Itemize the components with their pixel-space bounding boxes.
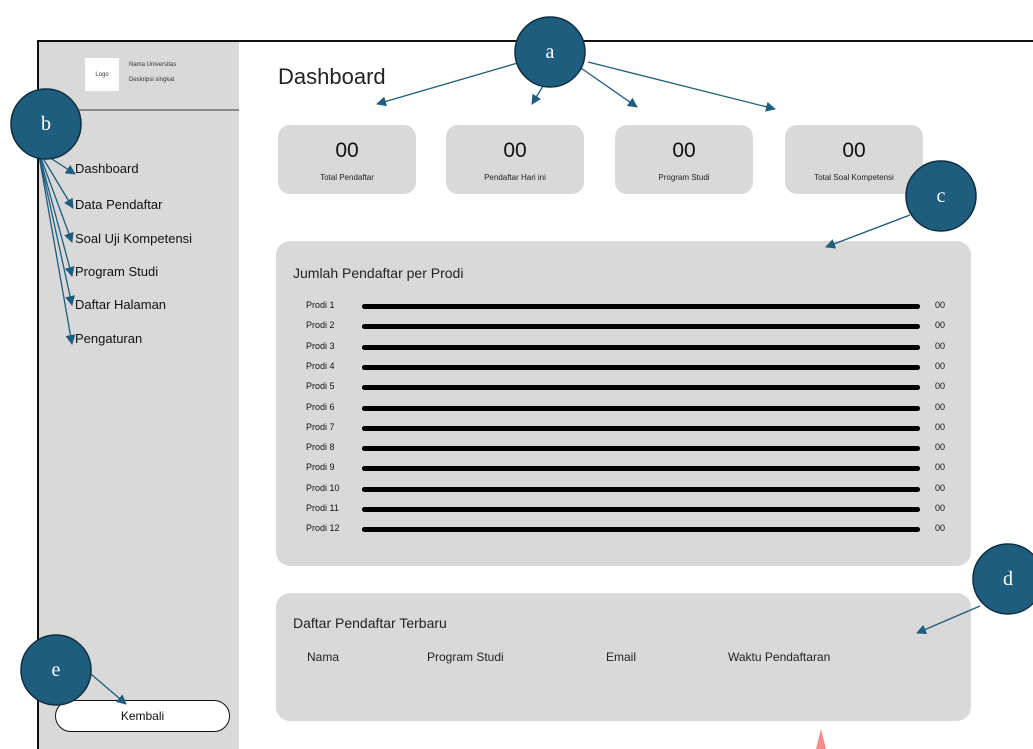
bar-row: Prodi 9 00 — [306, 462, 956, 476]
bar — [362, 385, 920, 391]
bar-row: Prodi 4 00 — [306, 361, 956, 375]
column-header-waktu-pendaftaran: Waktu Pendaftaran — [728, 650, 831, 664]
bar — [362, 304, 920, 309]
bar-track — [362, 486, 920, 492]
bar-label: Prodi 2 — [306, 320, 335, 331]
bar-value-label: 00 — [935, 300, 946, 310]
recent-registrants-title: Daftar Pendaftar Terbaru — [293, 615, 447, 631]
bar-label: Prodi 5 — [306, 381, 335, 392]
bar-value-label: 00 — [935, 442, 946, 453]
logo: Logo — [85, 58, 119, 91]
chart-title: Jumlah Pendaftar per Prodi — [293, 265, 464, 281]
chart-panel: Jumlah Pendaftar per Prodi Prodi 1 00 Prod… — [276, 241, 971, 566]
stat-value: 00 — [335, 139, 359, 162]
bar-track — [362, 364, 920, 370]
stat-label: Total Pendaftar — [320, 173, 374, 182]
bar-label: Prodi 6 — [306, 401, 335, 412]
bar-value-label: 00 — [935, 401, 946, 412]
bar-track — [362, 344, 920, 350]
bar-value-label: 00 — [935, 482, 946, 493]
bar — [362, 466, 920, 472]
bar-track — [362, 507, 920, 512]
bar-row: Prodi 8 00 — [306, 442, 956, 456]
bar-value-label: 00 — [935, 503, 946, 513]
brand-header: Logo Nama Universitas Deskripsi singkat — [39, 42, 239, 111]
back-button[interactable]: Kembali — [55, 700, 230, 732]
sidebar-item-data-pendaftar[interactable]: Data Pendaftar — [75, 197, 162, 212]
bar — [362, 324, 920, 330]
page-title: Dashboard — [278, 64, 386, 89]
bar-track — [362, 385, 920, 391]
bar-value-label: 00 — [935, 320, 946, 331]
stat-card-pendaftar-hari-ini: 00 Pendaftar Hari ini — [446, 125, 584, 194]
bar-value-label: 00 — [935, 462, 946, 473]
bar-track — [362, 324, 920, 330]
bar-label: Prodi 4 — [306, 360, 335, 371]
sidebar-item-pengaturan[interactable]: Pengaturan — [75, 331, 142, 346]
bar-track — [362, 466, 920, 472]
bar-row: Prodi 2 00 — [306, 320, 956, 334]
stat-label: Total Soal Kompetensi — [814, 173, 894, 182]
bar-track — [362, 446, 920, 452]
bar-row: Prodi 3 00 — [306, 341, 956, 355]
bar-value-label: 00 — [935, 360, 946, 371]
bar-row: Prodi 10 00 — [306, 483, 956, 497]
bar-track — [362, 527, 920, 533]
bar-value-label: 00 — [935, 523, 946, 534]
bar-label: Prodi 7 — [306, 421, 335, 432]
column-header-nama: Nama — [307, 650, 340, 664]
bar-label: Prodi 11 — [306, 503, 339, 513]
column-header-email: Email — [606, 650, 637, 664]
bar-track — [362, 304, 920, 309]
stat-card-program-studi: 00 Program Studi — [615, 125, 753, 194]
sidebar-item-dashboard[interactable]: Dashboard — [75, 161, 139, 176]
bar-label: Prodi 3 — [306, 340, 335, 351]
bar — [362, 446, 920, 452]
bar — [362, 527, 920, 533]
sidebar-item-program-studi[interactable]: Program Studi — [75, 264, 158, 279]
bar-value-label: 00 — [935, 340, 946, 351]
bar-label: Prodi 9 — [306, 462, 335, 473]
stat-value: 00 — [842, 139, 866, 162]
sidebar-item-daftar-halaman[interactable]: Daftar Halaman — [75, 297, 166, 312]
stat-label: Program Studi — [658, 173, 710, 182]
bar-row: Prodi 12 00 — [306, 523, 956, 537]
bar-row: Prodi 6 00 — [306, 402, 956, 416]
bar — [362, 344, 920, 350]
bar-label: Prodi 10 — [306, 482, 340, 493]
stat-value: 00 — [672, 139, 696, 162]
bar-value-label: 00 — [935, 421, 946, 432]
bar-row: Prodi 5 00 — [306, 381, 956, 395]
stat-card-total-soal-kompetensi: 00 Total Soal Kompetensi — [785, 125, 923, 194]
column-header-program-studi: Program Studi — [427, 650, 504, 664]
bar-row: Prodi 11 00 — [306, 503, 956, 517]
bar-row: Prodi 7 00 — [306, 422, 956, 436]
bar-label: Prodi 8 — [306, 442, 335, 453]
bar-track — [362, 405, 920, 411]
bar — [362, 486, 920, 492]
stat-label: Pendaftar Hari ini — [484, 173, 546, 182]
bar-label: Prodi 12 — [306, 523, 340, 534]
stat-value: 00 — [503, 139, 527, 162]
bar-track — [362, 425, 920, 431]
sidebar-item-soal-uji-kompetensi[interactable]: Soal Uji Kompetensi — [75, 231, 192, 246]
bar — [362, 364, 920, 370]
bar — [362, 405, 920, 411]
bar-row: Prodi 1 00 — [306, 300, 956, 314]
sidebar: Logo Nama Universitas Deskripsi singkat … — [39, 42, 239, 749]
bar-label: Prodi 1 — [306, 300, 335, 310]
university-name: Nama Universitas — [129, 62, 177, 68]
bar — [362, 507, 920, 512]
stat-card-total-pendaftar: 00 Total Pendaftar — [278, 125, 416, 194]
bar-value-label: 00 — [935, 381, 946, 392]
bar — [362, 425, 920, 431]
university-description: Deskripsi singkat — [129, 77, 175, 83]
